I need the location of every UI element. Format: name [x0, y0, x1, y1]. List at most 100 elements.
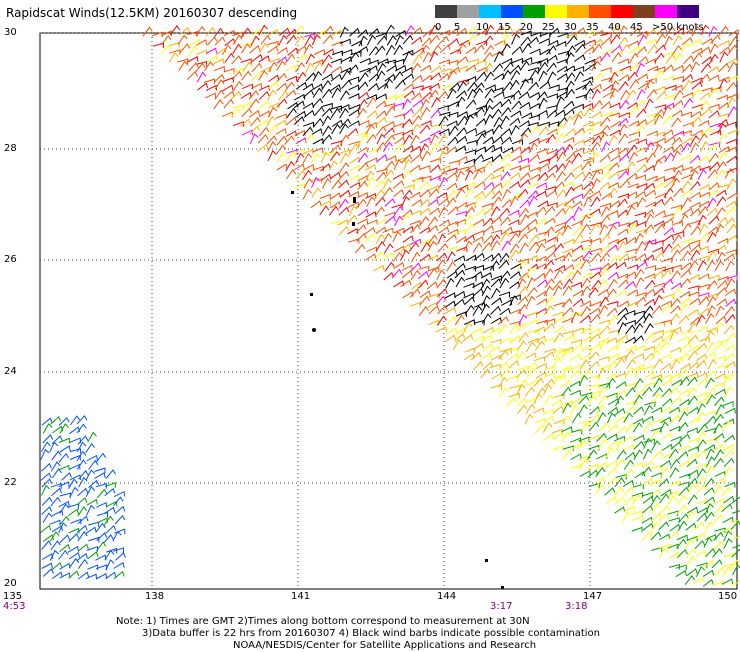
wind-barb — [320, 206, 329, 215]
legend-swatch — [457, 5, 479, 18]
wind-barb — [573, 299, 583, 306]
wind-barb — [455, 316, 464, 325]
wind-barb — [713, 486, 722, 495]
wind-barb — [485, 85, 496, 90]
wind-barb — [725, 345, 735, 352]
wind-barb — [369, 47, 379, 56]
wind-barb — [342, 80, 352, 88]
wind-barb — [590, 191, 600, 197]
wind-barb — [719, 41, 730, 46]
wind-barb — [440, 45, 450, 53]
wind-barb — [455, 264, 465, 271]
wind-barb — [332, 120, 342, 126]
wind-barb — [436, 296, 446, 304]
wind-barb — [277, 153, 286, 163]
wind-barb — [544, 269, 553, 278]
wind-barb — [384, 122, 395, 127]
wind-barb — [578, 456, 589, 461]
wind-barb — [725, 353, 735, 361]
wind-barb — [70, 416, 79, 425]
wind-barb — [669, 518, 680, 523]
wind-barb — [114, 497, 124, 506]
wind-barb — [584, 108, 593, 117]
wind-barb — [681, 343, 691, 350]
wind-barb — [332, 88, 341, 98]
wind-barb — [673, 77, 684, 82]
wind-barb — [510, 118, 520, 125]
wind-barb — [385, 263, 394, 272]
wind-barb — [661, 433, 671, 439]
wind-barb — [597, 454, 608, 459]
wind-barb — [529, 83, 539, 91]
wind-barb — [668, 496, 677, 505]
wind-barb — [678, 337, 689, 342]
wind-barb — [705, 352, 715, 359]
wind-barb — [499, 351, 509, 360]
wind-barb — [672, 138, 682, 146]
wind-barb — [261, 36, 270, 45]
wind-barb — [635, 472, 645, 478]
wind-barb — [671, 283, 682, 289]
wind-barb — [699, 337, 710, 342]
wind-barb — [367, 111, 377, 118]
wind-barb — [722, 564, 733, 569]
wind-barb — [394, 114, 405, 119]
wind-barb — [599, 320, 609, 325]
wind-barb — [374, 266, 385, 271]
wind-barb — [447, 173, 457, 180]
wind-barb — [52, 451, 61, 460]
wind-barb — [606, 374, 617, 379]
wind-barb — [339, 172, 349, 180]
wind-barb — [601, 68, 612, 73]
wind-barb — [439, 135, 448, 144]
wind-barb — [580, 423, 589, 432]
wind-barb — [653, 160, 662, 170]
wind-barb — [436, 327, 447, 332]
wind-barb — [502, 241, 511, 250]
wind-barb — [703, 571, 714, 577]
wind-barb — [704, 538, 712, 548]
wind-barb — [510, 336, 520, 343]
wind-barb — [517, 405, 527, 414]
wind-barb — [585, 60, 596, 65]
legend-label: >50 knots — [652, 22, 704, 33]
wind-barb — [330, 145, 340, 153]
wind-barb — [454, 292, 465, 298]
wind-barb — [654, 283, 664, 288]
wind-barb — [643, 497, 653, 504]
wind-barb — [410, 289, 420, 297]
wind-barb — [689, 275, 699, 281]
wind-barb — [527, 220, 537, 227]
wind-barb — [78, 544, 88, 551]
wind-barb — [724, 435, 734, 442]
wind-barb — [572, 246, 582, 252]
wind-barb — [673, 101, 683, 108]
wind-barb — [539, 63, 548, 72]
wind-barb — [520, 173, 530, 181]
wind-barb — [714, 515, 724, 523]
wind-barb — [502, 44, 511, 54]
wind-barb — [475, 209, 485, 216]
wind-barb — [437, 289, 447, 296]
wind-barb — [484, 106, 493, 116]
wind-barb — [420, 227, 431, 233]
wind-barb — [713, 581, 724, 586]
wind-barb — [689, 362, 699, 369]
wind-barb — [499, 292, 509, 297]
wind-barb — [383, 188, 392, 197]
wind-barb — [645, 190, 655, 197]
wind-barb — [368, 84, 378, 91]
wind-barb — [430, 135, 438, 145]
wind-barb — [366, 212, 377, 217]
wind-barb — [642, 506, 652, 513]
wind-barb — [619, 125, 628, 135]
wind-barb — [339, 180, 349, 188]
wind-barb — [437, 193, 448, 198]
wind-barb — [509, 233, 518, 242]
wind-barb — [700, 93, 710, 100]
wind-barb — [312, 148, 323, 153]
legend-swatch — [567, 5, 589, 18]
wind-barb — [662, 399, 672, 407]
wind-barb — [518, 190, 528, 198]
wind-barb — [87, 456, 98, 461]
